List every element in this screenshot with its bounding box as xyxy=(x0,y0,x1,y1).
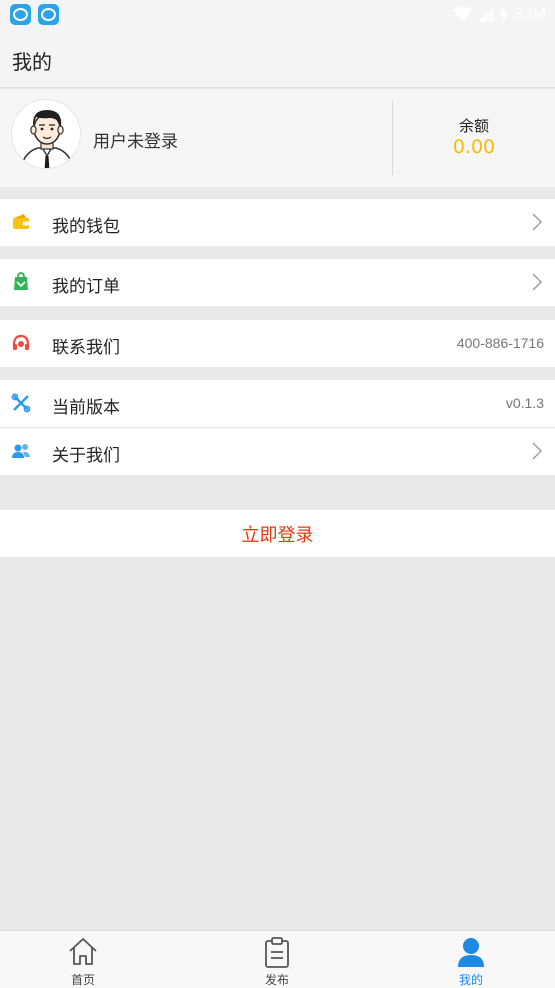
version-number: v0.1.3 xyxy=(505,395,544,411)
login-status-text[interactable]: 用户未登录 xyxy=(93,127,178,152)
chevron-right-icon xyxy=(532,273,542,291)
wallet-icon xyxy=(13,214,29,229)
menu-item-contact[interactable]: 联系我们 400-886-1716 xyxy=(0,320,555,367)
menu-item-about[interactable]: 关于我们 xyxy=(0,428,555,475)
user-icon xyxy=(458,938,484,967)
bottom-tab-bar: 首页 发布 我的 xyxy=(0,930,555,988)
avatar-image xyxy=(19,110,75,168)
menu-item-orders[interactable]: 我的订单 xyxy=(0,259,555,306)
tab-label: 首页 xyxy=(70,973,95,987)
signal-icon xyxy=(477,6,494,22)
menu-item-wallet[interactable]: 我的钱包 xyxy=(0,199,555,246)
login-button[interactable]: 立即登录 xyxy=(0,510,555,557)
people-icon xyxy=(12,444,30,458)
status-time: 3:04 xyxy=(513,4,547,23)
tab-home[interactable]: 首页 xyxy=(23,931,143,988)
contact-phone-number[interactable]: 400-886-1716 xyxy=(457,335,544,351)
menu-item-label: 我的订单 xyxy=(52,277,120,297)
tab-label: 发布 xyxy=(264,973,289,987)
profile-section[interactable]: 用户未登录 余额 0.00 xyxy=(0,89,555,187)
home-icon xyxy=(69,938,97,965)
chevron-right-icon xyxy=(532,442,542,460)
menu-item-label: 关于我们 xyxy=(52,446,120,466)
page-title: 我的 xyxy=(12,50,52,74)
menu-item-label: 当前版本 xyxy=(52,398,120,418)
tab-mine[interactable]: 我的 xyxy=(411,931,531,988)
clipboard-icon xyxy=(265,937,289,968)
wifi-icon xyxy=(452,6,473,21)
battery-charging-icon xyxy=(498,5,509,23)
menu-item-label: 联系我们 xyxy=(52,338,120,358)
tab-label: 我的 xyxy=(458,973,483,987)
app-notification-icon xyxy=(10,4,31,25)
avatar[interactable] xyxy=(11,99,81,169)
tools-icon xyxy=(11,393,31,413)
menu-item-version[interactable]: 当前版本 v0.1.3 xyxy=(0,380,555,427)
system-status: 3:04 xyxy=(452,4,547,24)
order-icon xyxy=(14,272,28,290)
chevron-right-icon xyxy=(532,213,542,231)
login-button-label: 立即登录 xyxy=(241,524,314,546)
balance-label: 余额 xyxy=(458,117,489,135)
tab-publish[interactable]: 发布 xyxy=(217,931,337,988)
status-bar: 3:04 xyxy=(0,0,555,28)
menu-item-label: 我的钱包 xyxy=(52,217,120,237)
headset-icon xyxy=(12,334,30,350)
balance-value: 0.00 xyxy=(452,136,496,158)
app-notification-icon xyxy=(38,4,59,25)
app-header: 我的 xyxy=(0,28,555,88)
